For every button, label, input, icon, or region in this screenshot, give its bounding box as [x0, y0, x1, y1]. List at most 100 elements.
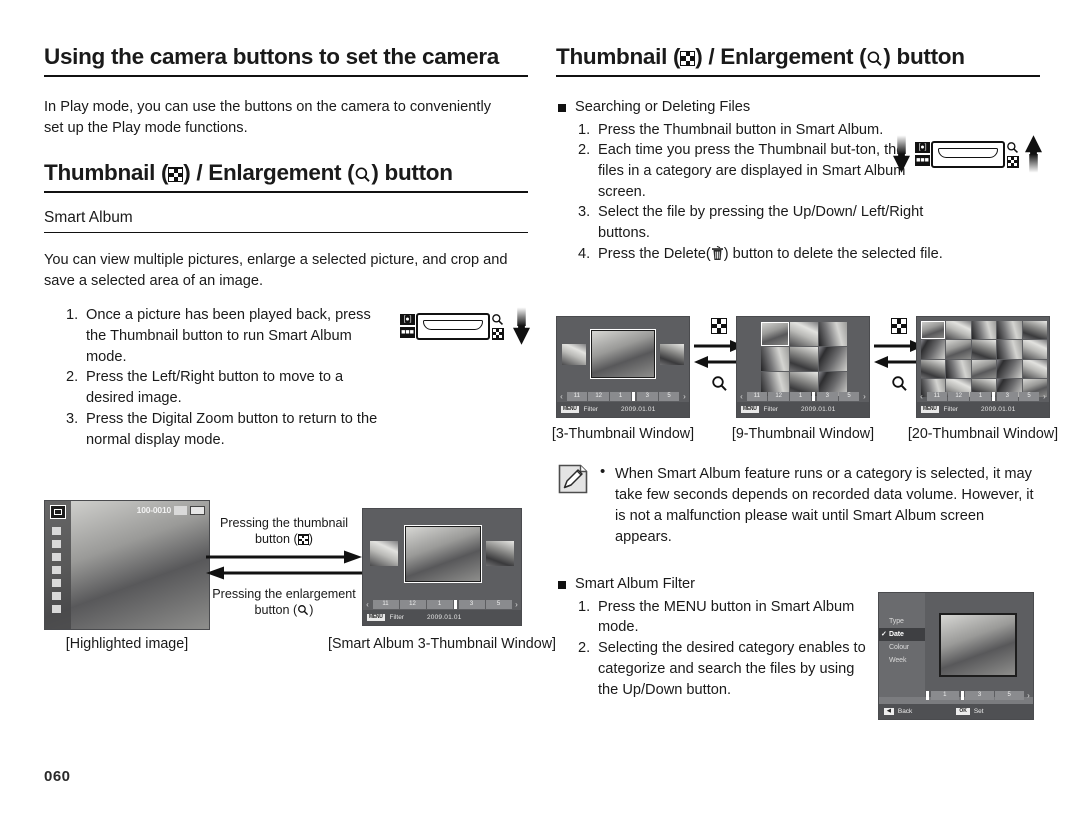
transition-arrows: Pressing the thumbnail button () Pressin…: [206, 515, 362, 618]
lcd-date: 2009.01.01: [620, 406, 656, 413]
nav-slot[interactable]: 12: [948, 392, 970, 401]
back-button-chip[interactable]: ◀: [884, 708, 894, 715]
nav-prev-arrow[interactable]: ‹: [557, 392, 566, 401]
thumbnail-grid-icon: [297, 534, 309, 546]
filter-steps-list: 1. Press the MENU button in Smart Album m…: [578, 597, 878, 701]
nav-next-arrow[interactable]: ›: [512, 600, 521, 609]
table-row[interactable]: [971, 340, 997, 359]
down-arrow-icon: [513, 307, 530, 345]
table-row[interactable]: [819, 322, 847, 346]
table-row[interactable]: [819, 347, 847, 371]
filter-preview-thumbnail[interactable]: [939, 613, 1017, 677]
nav-slot[interactable]: 12: [399, 600, 426, 609]
nav-tick: [632, 392, 636, 401]
table-row[interactable]: [971, 321, 997, 340]
list-item: 3. Select the file by pressing the Up/Dow…: [578, 202, 938, 243]
subsection-heading-text: Smart Album: [44, 209, 133, 227]
nav-tick: [812, 392, 816, 401]
nav-prev-arrow[interactable]: ‹: [363, 600, 372, 609]
menu-button-chip[interactable]: MENU: [921, 406, 939, 413]
nav-slot[interactable]: 12: [768, 392, 790, 401]
menu-button-chip[interactable]: MENU: [561, 406, 579, 413]
magnifier-icon: [1007, 141, 1019, 153]
table-row[interactable]: [946, 321, 971, 340]
zoom-lever-labels: [491, 313, 504, 340]
nav-slot[interactable]: 3: [965, 691, 994, 700]
section-heading: Thumbnail () / Enlargement () button: [44, 160, 528, 194]
filter-item-week[interactable]: Week: [879, 654, 925, 667]
filter-item-date[interactable]: Date: [879, 628, 925, 641]
menu-button-chip[interactable]: MENU: [741, 406, 759, 413]
table-row[interactable]: [997, 340, 1022, 359]
nav-slot[interactable]: 5: [994, 691, 1024, 700]
nav-slot[interactable]: 11: [926, 392, 948, 401]
nav-prev-arrow[interactable]: ‹: [737, 392, 746, 401]
filter-item-colour[interactable]: Colour: [879, 641, 925, 654]
nav-next-arrow[interactable]: ›: [860, 392, 869, 401]
right-section-heading: Thumbnail () / Enlargement () button: [556, 44, 1040, 77]
nav-slot[interactable]: 1: [790, 392, 811, 401]
nav-next-arrow[interactable]: ›: [1040, 392, 1049, 401]
osd-icon: [52, 527, 61, 535]
highlighted-image-lcd: 100-0010: [44, 500, 210, 630]
table-row[interactable]: [921, 321, 946, 340]
nav-slot[interactable]: 5: [658, 392, 680, 401]
wide-tele-icons: [●] ■■■: [400, 314, 415, 338]
zoom-lever-diagram-right: [●] ■■■: [893, 134, 1042, 174]
table-row[interactable]: [971, 359, 997, 378]
nav-next-arrow[interactable]: ›: [680, 392, 689, 401]
nav-prev-arrow[interactable]: ‹: [917, 392, 926, 401]
step-text: Select the file by pressing the Up/Down/…: [598, 204, 924, 242]
nav-slot[interactable]: 3: [996, 392, 1018, 401]
lcd-date: 2009.01.01: [800, 406, 836, 413]
thumbnail-grid-icon: [711, 318, 727, 334]
osd-icon: [52, 592, 61, 600]
filter-menu-bottom-bar: ◀ Back OK Set: [879, 704, 1033, 719]
table-row[interactable]: [1022, 321, 1047, 340]
nav-tick: [960, 691, 964, 700]
nav-slot[interactable]: 1: [610, 392, 631, 401]
ok-button-chip[interactable]: OK: [956, 708, 970, 715]
menu-button-chip[interactable]: MENU: [367, 614, 385, 621]
table-row[interactable]: [921, 359, 946, 378]
nav-slot[interactable]: 5: [838, 392, 860, 401]
nav-slot[interactable]: 3: [816, 392, 838, 401]
table-row[interactable]: [790, 347, 818, 371]
lcd-top-osd: 100-0010: [137, 505, 205, 515]
nav-slot[interactable]: 5: [485, 600, 512, 609]
down-arrow-icon: [893, 135, 910, 173]
thumbnail-grid-9: [761, 322, 847, 396]
table-row[interactable]: [921, 340, 946, 359]
table-row[interactable]: [997, 321, 1022, 340]
nav-slot[interactable]: 3: [458, 600, 485, 609]
filter-label: Filter: [943, 406, 958, 413]
step-text: Press the Thumbnail button in Smart Albu…: [598, 121, 884, 138]
nav-slot[interactable]: 1: [426, 600, 453, 609]
table-row[interactable]: [997, 359, 1022, 378]
table-row[interactable]: [790, 322, 818, 346]
searching-deleting-heading: Searching or Deleting Files: [556, 97, 1040, 118]
table-row[interactable]: [761, 347, 789, 371]
filter-item-type[interactable]: Type: [879, 615, 925, 628]
nav-slot[interactable]: 1: [930, 691, 960, 700]
nav-slot[interactable]: 12: [588, 392, 610, 401]
nav-slot[interactable]: 5: [1018, 392, 1040, 401]
nav-slot[interactable]: 11: [566, 392, 588, 401]
nav-slot[interactable]: 11: [746, 392, 768, 401]
manual-page: Using the camera buttons to set the came…: [0, 0, 1080, 815]
nav-slot[interactable]: 11: [372, 600, 399, 609]
table-row[interactable]: [946, 340, 971, 359]
nav-slot[interactable]: 3: [636, 392, 658, 401]
step-text: Each time you press the Thumbnail but-to…: [598, 142, 906, 200]
table-row[interactable]: [1022, 359, 1047, 378]
table-row[interactable]: [1022, 340, 1047, 359]
center-thumbnail-selected: [590, 329, 656, 379]
caption-9-thumbnail: [9-Thumbnail Window]: [731, 426, 875, 442]
table-row[interactable]: [946, 359, 971, 378]
note-box: When Smart Album feature runs or a categ…: [558, 464, 1044, 547]
list-item: 2. Selecting the desired category enables…: [578, 638, 878, 700]
nav-next-arrow[interactable]: ›: [1024, 691, 1033, 700]
step-text-pre: Press the Delete(: [598, 245, 711, 262]
nav-slot[interactable]: 1: [970, 392, 991, 401]
table-row[interactable]: [761, 322, 789, 346]
